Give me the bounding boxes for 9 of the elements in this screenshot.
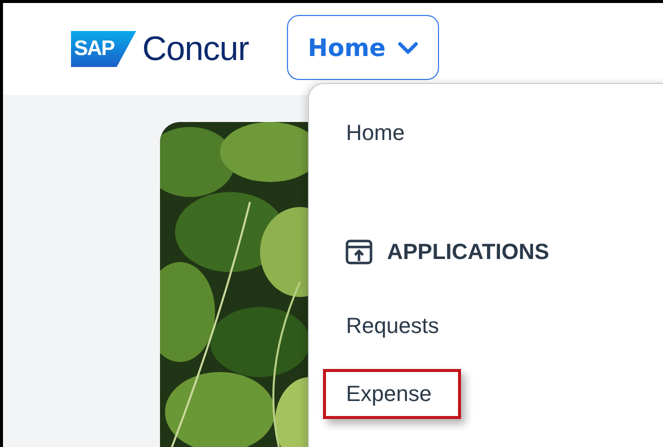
section-heading: APPLICATIONS [387,239,550,265]
menu-item[interactable]: Home [323,111,434,154]
sap-logo: SAP [71,31,136,67]
menu-item[interactable]: Expense [323,369,461,419]
concur-logo-text: Concur [142,30,249,68]
chevron-down-icon [398,40,418,54]
home-nav-button[interactable]: Home [286,15,439,80]
upload-window-icon [345,239,373,265]
menu-item[interactable]: Requests [323,304,468,347]
